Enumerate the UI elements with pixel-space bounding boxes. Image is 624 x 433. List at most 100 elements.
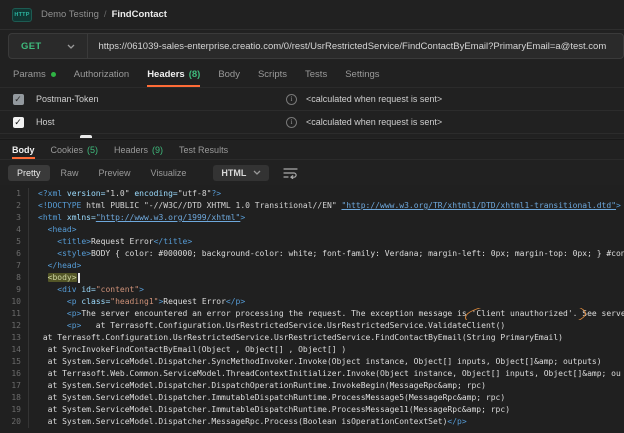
line-number: 18 bbox=[11, 393, 21, 402]
response-tabs: Body Cookies (5) Headers (9) Test Results bbox=[0, 139, 624, 160]
line-content: <!DOCTYPE html PUBLIC "-//W3C//DTD XHTML… bbox=[28, 200, 624, 212]
tab-authorization[interactable]: Authorization bbox=[74, 62, 129, 87]
code-token: "heading1" bbox=[110, 297, 159, 306]
format-select[interactable]: HTML bbox=[213, 164, 270, 181]
response-tab-body[interactable]: Body bbox=[12, 140, 35, 159]
line-content: at SyncInvokeFindContactByEmail(Object ,… bbox=[28, 344, 624, 356]
tab-headers[interactable]: Headers (8) bbox=[147, 62, 201, 87]
code-token: "utf-8" bbox=[177, 189, 212, 198]
code-token: <style> bbox=[57, 249, 91, 258]
code-token: <body> bbox=[47, 273, 77, 282]
tab-label: Test Results bbox=[179, 144, 229, 155]
tab-label: Params bbox=[13, 69, 46, 80]
code-line: 20 at System.ServiceModel.Dispatcher.Mes… bbox=[0, 416, 624, 428]
view-mode-preview[interactable]: Preview bbox=[90, 165, 140, 181]
tab-params[interactable]: Params bbox=[13, 62, 56, 87]
method-label: GET bbox=[21, 40, 42, 52]
code-token: </head> bbox=[47, 261, 82, 270]
line-content: at System.ServiceModel.Dispatcher.Immuta… bbox=[28, 392, 624, 404]
breadcrumb-request-name[interactable]: FindContact bbox=[112, 9, 167, 20]
code-token: "content" bbox=[95, 285, 140, 294]
line-content: at Terrasoft.Web.Common.ServiceModel.Thr… bbox=[28, 368, 624, 380]
header-key[interactable]: Postman-Token bbox=[36, 94, 286, 104]
code-token: at System.ServiceModel.Dispatcher.SyncMe… bbox=[38, 357, 602, 366]
tab-label: Scripts bbox=[257, 69, 288, 80]
code-link[interactable]: "http://www.w3.org/1999/xhtml" bbox=[96, 213, 241, 222]
code-link[interactable]: "http://www.w3.org/TR/xhtml1/DTD/xhtml1-… bbox=[341, 201, 616, 210]
code-token: ?> bbox=[211, 189, 222, 198]
tab-count-badge: (9) bbox=[152, 144, 164, 155]
header-key[interactable]: Host bbox=[36, 117, 286, 127]
line-content: <title>Request Error</title> bbox=[28, 236, 624, 248]
tab-body[interactable]: Body bbox=[218, 62, 240, 87]
line-number: 19 bbox=[11, 405, 21, 414]
method-select[interactable]: GET bbox=[9, 34, 87, 58]
code-token: at System.ServiceModel.Dispatcher.Immuta… bbox=[38, 393, 506, 402]
response-body-editor[interactable]: 1 <?xml version="1.0" encoding="utf-8"?> 2… bbox=[0, 185, 624, 433]
line-number: 13 bbox=[11, 333, 21, 342]
line-content: <div id="content"> bbox=[28, 284, 624, 296]
line-number: 1 bbox=[16, 189, 21, 198]
checkbox-cell: ✓ bbox=[0, 93, 36, 105]
checkbox[interactable] bbox=[80, 135, 92, 138]
code-token: > bbox=[139, 285, 144, 294]
code-line: 17 at System.ServiceModel.Dispatcher.Dis… bbox=[0, 380, 624, 392]
info-circle-icon[interactable]: i bbox=[286, 93, 297, 105]
tab-tests[interactable]: Tests bbox=[305, 62, 327, 87]
line-number: 10 bbox=[11, 297, 21, 306]
view-mode-pretty[interactable]: Pretty bbox=[8, 164, 50, 181]
annotated-text: 'Client unauthorized'. bbox=[464, 308, 586, 320]
code-token: BODY { color: #000000; background-color:… bbox=[90, 249, 624, 258]
code-line: 11 <p>The server encountered an error pr… bbox=[0, 308, 624, 320]
view-mode-visualize[interactable]: Visualize bbox=[142, 165, 196, 181]
headers-table-partial-row bbox=[0, 134, 624, 139]
line-content: <p class="heading1">Request Error</p> bbox=[28, 296, 624, 308]
info-circle-icon[interactable]: i bbox=[286, 116, 297, 128]
header-value[interactable]: <calculated when request is sent> bbox=[306, 117, 624, 127]
wrap-lines-icon[interactable] bbox=[283, 167, 299, 179]
tab-label: Body bbox=[12, 144, 35, 155]
url-row: GET https://061039-sales-enterprise.crea… bbox=[0, 30, 624, 62]
checkbox[interactable]: ✓ bbox=[12, 93, 24, 105]
topbar: HTTP Demo Testing / FindContact bbox=[0, 0, 624, 30]
checkbox[interactable]: ✓ bbox=[12, 116, 24, 128]
code-token: <?xml bbox=[38, 189, 63, 198]
response-tab-cookies[interactable]: Cookies (5) bbox=[51, 140, 99, 159]
code-token: <p bbox=[66, 297, 77, 306]
code-token: id bbox=[76, 285, 91, 294]
response-tab-test-results[interactable]: Test Results bbox=[179, 140, 228, 159]
line-number: 9 bbox=[16, 285, 21, 294]
code-line: 9 <div id="content"> bbox=[0, 284, 624, 296]
breadcrumb-collection[interactable]: Demo Testing bbox=[41, 9, 99, 20]
code-token: See serve bbox=[577, 309, 624, 318]
tab-settings[interactable]: Settings bbox=[345, 62, 379, 87]
code-token: > bbox=[616, 201, 621, 210]
tab-scripts[interactable]: Scripts bbox=[258, 62, 287, 87]
code-token: <head> bbox=[47, 225, 77, 234]
code-token: <title> bbox=[57, 237, 91, 246]
tab-label: Settings bbox=[345, 69, 380, 80]
code-token: </title> bbox=[153, 237, 193, 246]
breadcrumb-separator: / bbox=[103, 9, 107, 20]
response-tab-headers[interactable]: Headers (9) bbox=[114, 140, 163, 159]
code-token: <p> bbox=[66, 321, 82, 330]
header-value[interactable]: <calculated when request is sent> bbox=[306, 94, 624, 104]
line-content: </head> bbox=[28, 260, 624, 272]
url-input[interactable]: https://061039-sales-enterprise.creatio.… bbox=[88, 41, 623, 52]
line-content: at System.ServiceModel.Dispatcher.Messag… bbox=[28, 416, 624, 428]
code-line: 8 <body> bbox=[0, 272, 624, 284]
code-token: <html bbox=[38, 213, 63, 222]
view-mode-raw[interactable]: Raw bbox=[52, 165, 88, 181]
code-token: "-//W3C//DTD XHTML 1.0 Transitional//EN" bbox=[143, 201, 342, 210]
request-tabs: Params Authorization Headers (8) Body Scripts… bbox=[0, 62, 624, 88]
format-label: HTML bbox=[221, 167, 247, 178]
line-content: at System.ServiceModel.Dispatcher.SyncMe… bbox=[28, 356, 624, 368]
annotation-ellipse bbox=[464, 308, 586, 320]
code-line: 10 <p class="heading1">Request Error</p> bbox=[0, 296, 624, 308]
line-number: 17 bbox=[11, 381, 21, 390]
